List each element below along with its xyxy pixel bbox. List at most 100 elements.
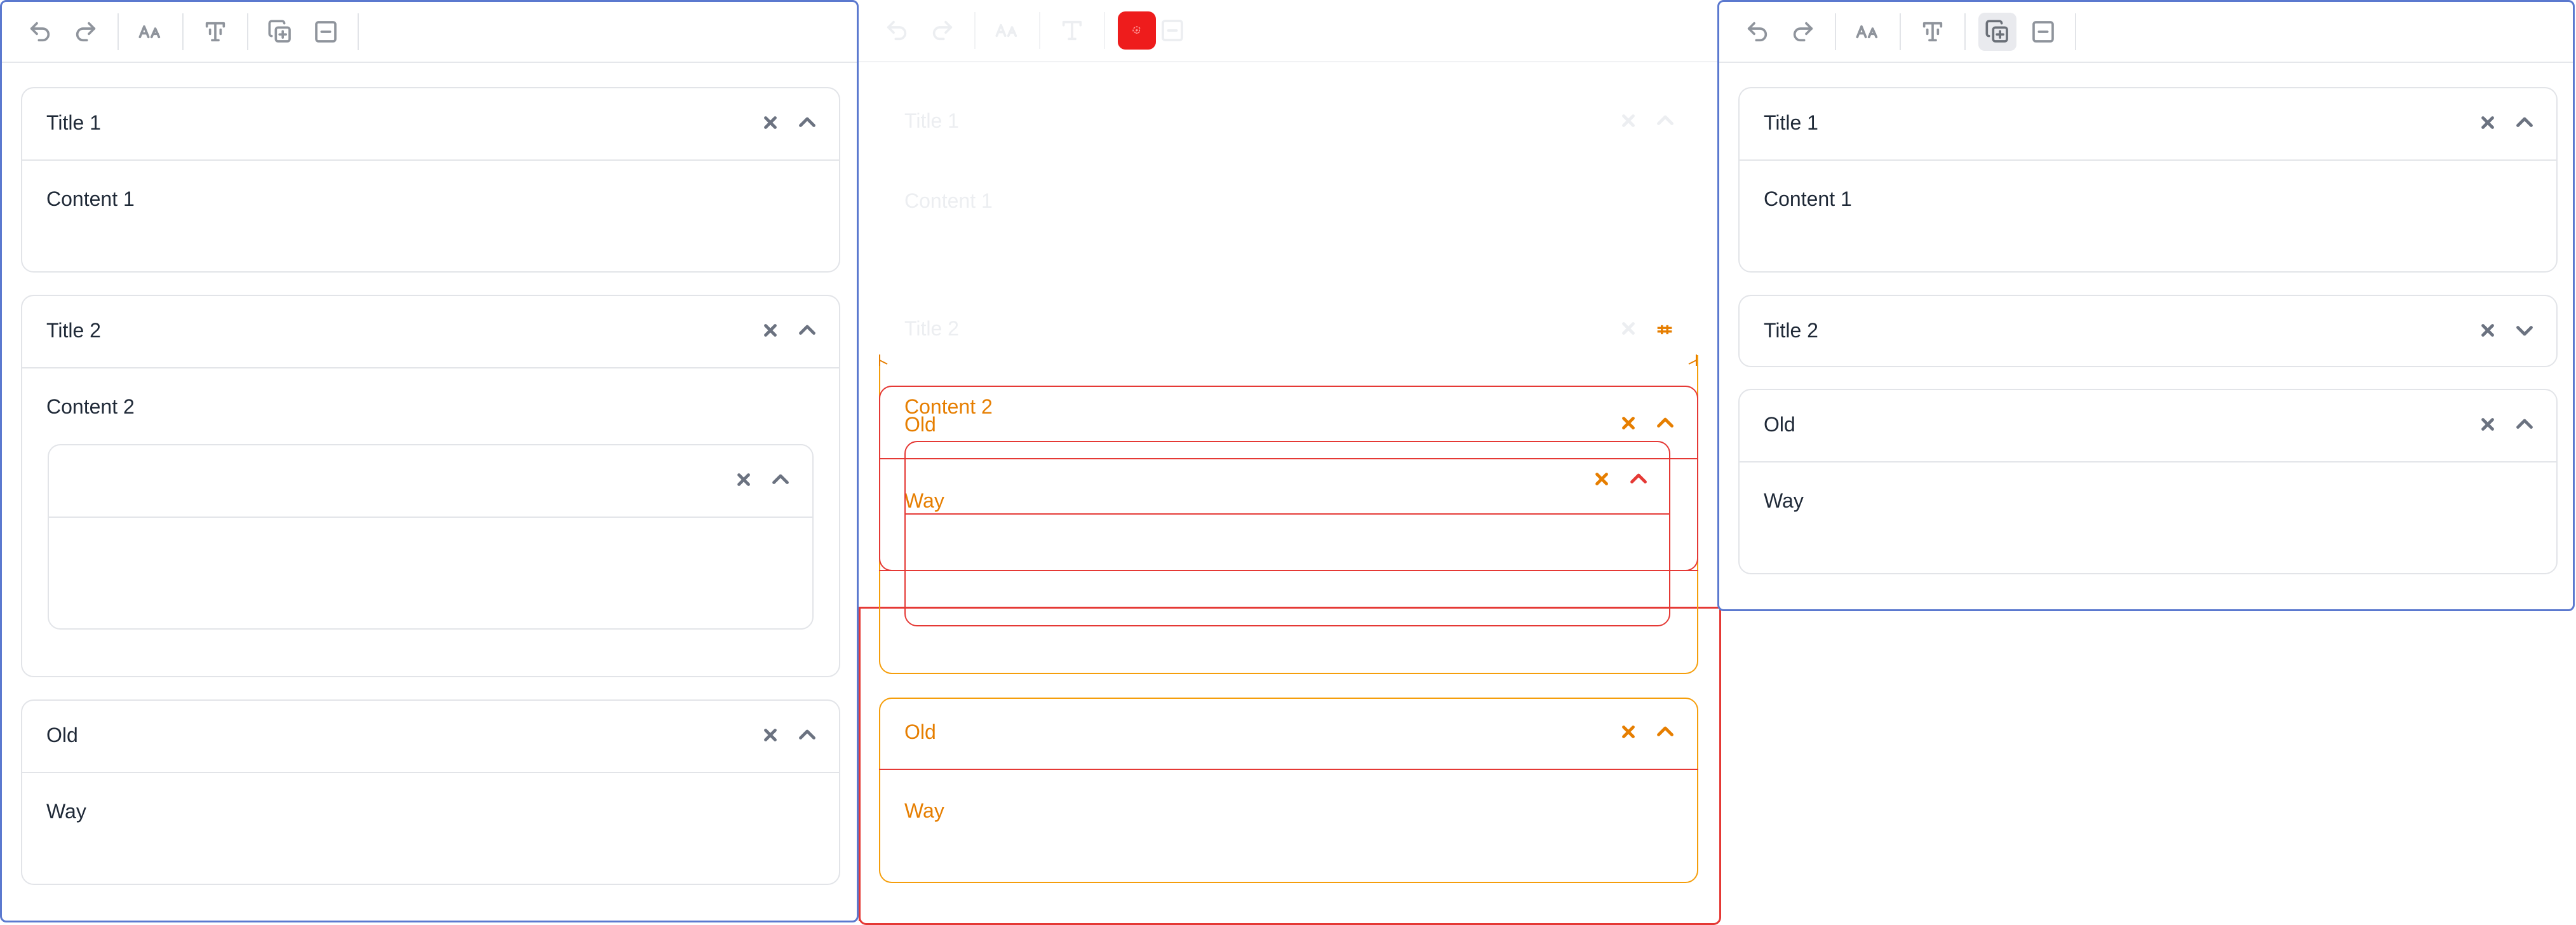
- accordion-section: Title 1 Content 1: [21, 87, 840, 273]
- section-title[interactable]: Title 1: [1764, 110, 1818, 135]
- accordion-section: Title 1 Content 1: [1738, 87, 2558, 273]
- section-content[interactable]: Content 2: [46, 394, 135, 419]
- ghost-section-title: Title 2: [904, 317, 959, 340]
- drop-target-section: [879, 698, 1698, 883]
- nested-accordion-section: [48, 444, 814, 630]
- drop-target-title: Old: [904, 720, 936, 743]
- nested-accordion-header[interactable]: [49, 445, 812, 518]
- section-content[interactable]: Content 1: [1764, 186, 1852, 212]
- toolbar-divider: [1104, 12, 1105, 49]
- close-icon[interactable]: [2476, 413, 2499, 436]
- add-section-button[interactable]: [1978, 13, 2016, 51]
- text-size-button[interactable]: [1849, 13, 1887, 51]
- drag-cursor-marker: [1118, 11, 1156, 50]
- accordion-header[interactable]: Title 1: [22, 88, 839, 161]
- dragged-section-title: Old: [904, 413, 936, 436]
- redo-button[interactable]: [67, 13, 105, 51]
- accordion-header[interactable]: Title 2: [22, 296, 839, 368]
- close-icon: [1595, 473, 1608, 485]
- text-format-icon: [1922, 22, 1943, 42]
- overlay-edge: [859, 607, 861, 921]
- sparkle-icon: [1132, 26, 1141, 35]
- chevron-up-icon[interactable]: [796, 111, 819, 134]
- toolbar-divider: [1964, 13, 1966, 50]
- toolbar-divider: [247, 13, 248, 50]
- minus-square-icon: [2032, 21, 2054, 43]
- chevron-up-icon: [1657, 726, 1674, 736]
- undo-button[interactable]: [878, 11, 916, 50]
- section-content[interactable]: Way: [46, 799, 86, 824]
- close-icon: [1622, 726, 1635, 738]
- text-size-button[interactable]: [988, 11, 1026, 50]
- drop-indicator-line: [879, 570, 1698, 571]
- left-toolbar: [2, 2, 857, 63]
- text-format-icon: [1062, 20, 1082, 41]
- chevron-up-icon[interactable]: [2513, 111, 2536, 134]
- right-editor: Title 1 Content 1 Title 2 Old Way: [1717, 0, 2575, 611]
- section-title[interactable]: Title 1: [46, 110, 101, 135]
- remove-section-button[interactable]: [1153, 11, 1191, 50]
- right-toolbar: [1719, 2, 2573, 63]
- redo-button[interactable]: [1784, 13, 1822, 51]
- text-size-button[interactable]: [131, 13, 170, 51]
- minus-square-icon: [1162, 20, 1183, 41]
- close-icon[interactable]: [759, 724, 782, 746]
- drop-target-content: Way: [904, 799, 944, 822]
- undo-button[interactable]: [21, 13, 59, 51]
- accordion-header[interactable]: Title 1: [1740, 88, 2556, 161]
- toolbar-divider: [1039, 12, 1040, 49]
- accordion-section: Title 2 Content 2: [21, 295, 840, 677]
- chevron-up-icon: [1657, 417, 1674, 428]
- close-icon[interactable]: [759, 111, 782, 134]
- chevron-up-icon: [1630, 473, 1647, 483]
- copy-plus-icon: [268, 20, 291, 43]
- section-content[interactable]: Way: [1764, 488, 1804, 513]
- left-editor: Title 1 Content 1 Title 2 Content 2 Old: [0, 0, 859, 922]
- text-size-icon: [995, 24, 1017, 37]
- text-format-button[interactable]: [196, 13, 234, 51]
- accordion-header[interactable]: Old: [1740, 390, 2556, 462]
- close-icon[interactable]: [2476, 319, 2499, 342]
- ghost-section-title: Title 1: [904, 109, 959, 132]
- remove-section-button[interactable]: [2024, 13, 2062, 51]
- chevron-up-icon[interactable]: [796, 724, 819, 746]
- text-format-icon: [205, 22, 225, 42]
- section-title[interactable]: Old: [46, 722, 78, 748]
- accordion-section-collapsed: Title 2: [1738, 295, 2558, 367]
- undo-icon: [30, 22, 50, 42]
- ghost-toolbar: [859, 0, 1717, 62]
- undo-button[interactable]: [1738, 13, 1776, 51]
- text-format-button[interactable]: [1914, 13, 1952, 51]
- redo-icon: [76, 22, 96, 42]
- close-icon[interactable]: [759, 319, 782, 342]
- redo-icon: [1793, 22, 1813, 42]
- close-icon[interactable]: [2476, 111, 2499, 134]
- toolbar-divider: [117, 13, 119, 50]
- undo-icon: [1747, 22, 1768, 42]
- copy-plus-icon: [1985, 20, 2008, 43]
- remove-section-button[interactable]: [307, 13, 345, 51]
- close-icon: [1622, 322, 1635, 335]
- text-format-button[interactable]: [1053, 11, 1091, 50]
- chevron-up-icon[interactable]: [796, 319, 819, 342]
- redo-button[interactable]: [923, 11, 962, 50]
- add-section-button[interactable]: [261, 13, 299, 51]
- text-size-icon: [1856, 25, 1878, 39]
- redo-icon: [932, 20, 953, 41]
- dragged-nested-section: [904, 441, 1670, 626]
- section-title[interactable]: Title 2: [1764, 318, 1818, 343]
- accordion-header[interactable]: Old: [22, 701, 839, 773]
- chevron-up-icon: [1657, 115, 1674, 125]
- chevron-up-icon[interactable]: [2513, 413, 2536, 436]
- corner-marker-icon: [879, 354, 888, 366]
- drop-target-divider: [879, 769, 1698, 770]
- section-title[interactable]: Old: [1764, 412, 1795, 437]
- section-title[interactable]: Title 2: [46, 318, 101, 343]
- section-content[interactable]: Content 1: [46, 186, 135, 212]
- chevron-up-icon[interactable]: [769, 468, 792, 491]
- toolbar-divider: [358, 13, 359, 50]
- close-icon[interactable]: [732, 468, 755, 491]
- accordion-header[interactable]: Title 2: [1740, 296, 2556, 367]
- nested-divider: [904, 513, 1670, 515]
- chevron-down-icon[interactable]: [2513, 319, 2536, 342]
